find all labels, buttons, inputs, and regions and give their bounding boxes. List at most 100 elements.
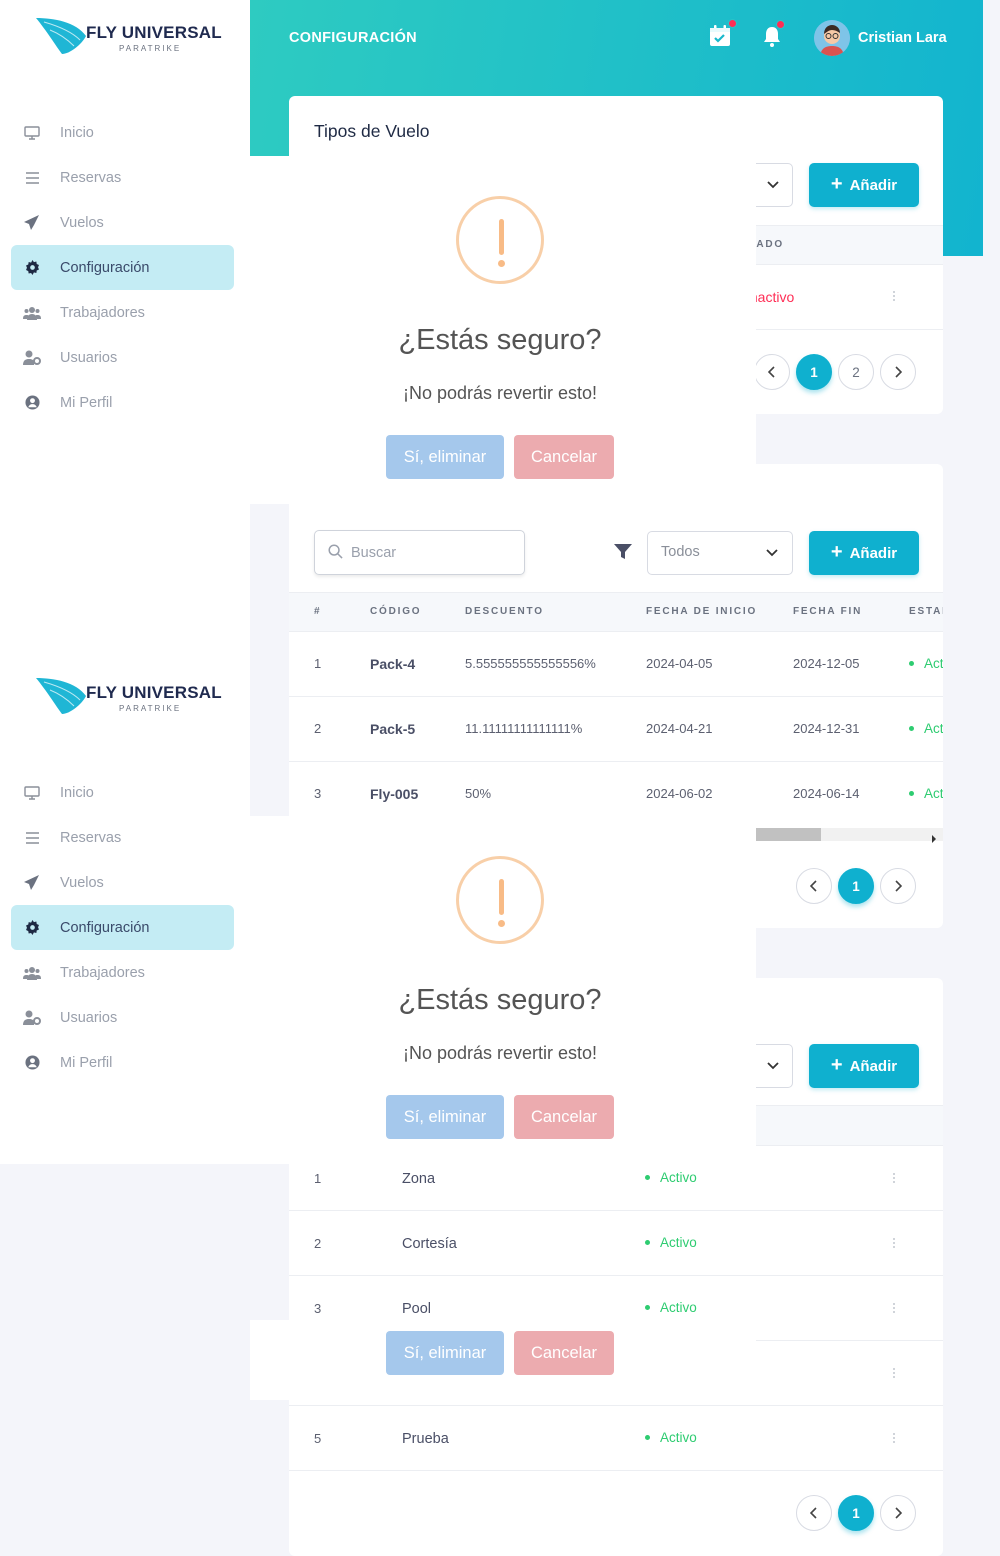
dialog-backdrop-strip bbox=[250, 1164, 289, 1320]
sidebar-item-label: Configuración bbox=[60, 259, 150, 276]
user-circle-icon bbox=[23, 1054, 41, 1072]
row-actions-icon[interactable] bbox=[892, 1173, 896, 1185]
chevron-down-icon bbox=[766, 549, 778, 557]
wing-logo-icon bbox=[36, 18, 86, 54]
sidebar-item-inicio[interactable]: Inicio bbox=[11, 110, 234, 155]
user-name[interactable]: Cristian Lara bbox=[858, 30, 947, 46]
sidebar-item-label: Mi Perfil bbox=[60, 1054, 113, 1071]
sidebar-item-trabajadores[interactable]: Trabajadores bbox=[11, 290, 234, 335]
user-cog-icon bbox=[23, 349, 41, 367]
pagination-page[interactable]: 1 bbox=[796, 354, 832, 390]
table-cell: Pack-4 bbox=[370, 656, 416, 672]
table-cell: Pack-5 bbox=[370, 721, 416, 737]
chevron-right-icon bbox=[895, 880, 902, 892]
search-input-wrapper[interactable] bbox=[314, 530, 525, 575]
status-badge: Activo bbox=[909, 656, 943, 671]
cancel-button[interactable]: Cancelar bbox=[514, 435, 614, 479]
scroll-right-arrow-icon[interactable] bbox=[931, 830, 937, 848]
pagination-prev[interactable] bbox=[796, 868, 832, 904]
dialog-backdrop-strip bbox=[250, 504, 289, 816]
confirm-delete-button[interactable]: Sí, eliminar bbox=[386, 1331, 504, 1375]
sidebar-item-vuelos[interactable]: Vuelos bbox=[11, 200, 234, 245]
sidebar-item-reservas[interactable]: Reservas bbox=[11, 815, 234, 860]
row-actions-icon[interactable] bbox=[892, 1368, 896, 1380]
cancel-button[interactable]: Cancelar bbox=[514, 1095, 614, 1139]
table-cell: 2024-12-31 bbox=[793, 721, 860, 736]
sidebar-item-configuracion[interactable]: Configuración bbox=[11, 905, 234, 950]
table-cell: 2 bbox=[314, 1236, 322, 1251]
sidebar-item-usuarios[interactable]: Usuarios bbox=[11, 995, 234, 1040]
brand-logo[interactable]: FLY UNIVERSAL PARATRIKE bbox=[36, 16, 226, 56]
cancel-button[interactable]: Cancelar bbox=[514, 1331, 614, 1375]
chevron-down-icon bbox=[767, 181, 779, 189]
gear-icon bbox=[23, 259, 41, 277]
filter-icon[interactable] bbox=[614, 544, 632, 565]
row-actions-icon[interactable] bbox=[892, 1303, 896, 1315]
sidebar-item-label: Vuelos bbox=[60, 874, 104, 891]
row-actions-icon[interactable] bbox=[892, 1238, 896, 1250]
table-cell: 1 bbox=[314, 1171, 322, 1186]
sidebar-item-trabajadores[interactable]: Trabajadores bbox=[11, 950, 234, 995]
sidebar-item-reservas[interactable]: Reservas bbox=[11, 155, 234, 200]
row-divider bbox=[289, 761, 943, 762]
pagination-next[interactable] bbox=[880, 868, 916, 904]
column-header: # bbox=[314, 606, 322, 617]
status-filter-select[interactable]: Todos bbox=[647, 531, 793, 575]
sidebar-item-configuracion[interactable]: Configuración bbox=[11, 245, 234, 290]
chevron-left-icon bbox=[810, 1507, 817, 1519]
brand-title: FLY UNIVERSAL bbox=[86, 23, 222, 42]
add-button[interactable]: + Añadir bbox=[809, 531, 919, 575]
status-badge: Activo bbox=[909, 786, 943, 801]
chevron-right-icon bbox=[895, 366, 902, 378]
sidebar-item-label: Configuración bbox=[60, 919, 150, 936]
table-cell: 3 bbox=[314, 786, 322, 801]
monitor-icon bbox=[23, 124, 41, 142]
sidebar-item-mi-perfil[interactable]: Mi Perfil bbox=[11, 1040, 234, 1085]
row-divider bbox=[289, 696, 943, 697]
bell-icon[interactable] bbox=[760, 20, 785, 53]
page-title: CONFIGURACIÓN bbox=[289, 30, 417, 46]
sidebar-nav: Inicio Reservas Vuelos Configuración Tra… bbox=[11, 770, 234, 1085]
chevron-down-icon bbox=[767, 1062, 779, 1070]
calendar-icon[interactable] bbox=[708, 19, 737, 53]
add-button[interactable]: + Añadir bbox=[809, 1044, 919, 1088]
column-header: CÓDIGO bbox=[370, 606, 422, 617]
column-header: FECHA DE INICIO bbox=[646, 606, 758, 617]
sidebar-item-vuelos[interactable]: Vuelos bbox=[11, 860, 234, 905]
status-badge: Activo bbox=[909, 721, 943, 736]
pagination-next[interactable] bbox=[880, 354, 916, 390]
table-cell: 2024-04-05 bbox=[646, 656, 713, 671]
table-cell: 11.11111111111111% bbox=[465, 721, 583, 736]
add-button[interactable]: + Añadir bbox=[809, 163, 919, 207]
dialog-title: ¿Estás seguro? bbox=[398, 324, 602, 356]
sidebar-item-usuarios[interactable]: Usuarios bbox=[11, 335, 234, 380]
search-input[interactable] bbox=[351, 531, 521, 574]
warning-icon bbox=[456, 196, 544, 284]
dialog-backdrop-strip bbox=[250, 1400, 289, 1556]
pagination-page[interactable]: 1 bbox=[838, 868, 874, 904]
row-divider bbox=[289, 1470, 943, 1471]
scrollbar-thumb[interactable] bbox=[756, 828, 821, 841]
avatar[interactable] bbox=[814, 20, 850, 56]
column-header-clip: ESTADO bbox=[909, 600, 943, 620]
brand-subtitle: PARATRIKE bbox=[119, 704, 182, 713]
pagination-page[interactable]: 1 bbox=[838, 1495, 874, 1531]
pagination-next[interactable] bbox=[880, 1495, 916, 1531]
row-actions-icon[interactable] bbox=[892, 291, 896, 303]
sidebar-item-inicio[interactable]: Inicio bbox=[11, 770, 234, 815]
table-cell: 50% bbox=[465, 786, 492, 801]
notification-dot bbox=[776, 20, 785, 29]
row-actions-icon[interactable] bbox=[892, 1433, 896, 1445]
confirm-delete-button[interactable]: Sí, eliminar bbox=[386, 1095, 504, 1139]
confirm-delete-button[interactable]: Sí, eliminar bbox=[386, 435, 504, 479]
pagination-page[interactable]: 2 bbox=[838, 354, 874, 390]
sidebar-item-mi-perfil[interactable]: Mi Perfil bbox=[11, 380, 234, 425]
add-button-label: Añadir bbox=[849, 544, 898, 562]
sidebar: FLY UNIVERSAL PARATRIKE Inicio Reservas … bbox=[0, 660, 250, 1164]
pagination-prev[interactable] bbox=[796, 1495, 832, 1531]
pagination-prev[interactable] bbox=[754, 354, 790, 390]
confirm-dialog: Sí, eliminar Cancelar bbox=[250, 1320, 756, 1400]
brand-logo[interactable]: FLY UNIVERSAL PARATRIKE bbox=[36, 676, 226, 716]
user-cog-icon bbox=[23, 1009, 41, 1027]
monitor-icon bbox=[23, 784, 41, 802]
